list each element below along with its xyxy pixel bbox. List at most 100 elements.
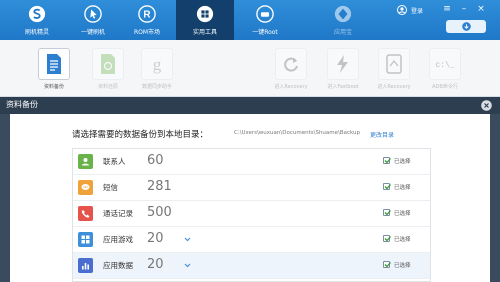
tool-label: 数据同步助手	[141, 84, 172, 90]
contacts-icon	[78, 154, 93, 169]
dialog-title: 资料备份	[6, 100, 38, 109]
download-manager-button[interactable]	[446, 20, 486, 33]
tool-icon-box: g	[141, 48, 173, 80]
login-label: 登录	[411, 7, 424, 15]
window-controls: ≡ – ×	[441, 3, 487, 15]
nav-one-click-flash[interactable]: 一键刷机	[64, 0, 122, 40]
user-icon	[397, 5, 407, 15]
item-count: 20	[147, 257, 164, 272]
phone-icon	[78, 206, 93, 221]
checkmark-icon	[384, 236, 391, 242]
login-button[interactable]: 登录	[397, 5, 423, 15]
item-name: 应用数据	[103, 261, 133, 270]
top-navigation-bar: 刷机精灵 一键刷机 R ROM市场 实用工具 一键Root 应用宝 登录 ≡ –…	[0, 0, 500, 40]
google-g-icon: g	[153, 55, 162, 74]
lightning-icon	[337, 55, 348, 73]
checkmark-icon	[384, 210, 391, 216]
utilities-toolbar: 资料备份 资料还原 g 数据同步助手 进入Recovery 进入Fastboot…	[0, 40, 500, 97]
item-checkbox[interactable]	[383, 209, 391, 216]
document-icon	[47, 54, 61, 74]
tool-icon-box	[378, 48, 410, 80]
tool-icon-box	[275, 48, 307, 80]
item-checkbox[interactable]	[383, 235, 391, 242]
chevron-down-icon[interactable]	[184, 262, 191, 269]
nav-one-click-root[interactable]: 一键Root	[236, 0, 294, 40]
app-data-icon	[78, 258, 93, 273]
list-item-apps-games[interactable]: 应用游戏 20 已选择	[73, 227, 430, 253]
dialog-titlebar: 资料备份	[0, 97, 500, 114]
nav-yingyongbao[interactable]: 应用宝	[314, 0, 372, 40]
root-icon	[256, 5, 274, 23]
list-item-call-log[interactable]: 通话记录 500 已选择	[73, 201, 430, 227]
item-name: 联系人	[103, 157, 126, 166]
item-checkbox[interactable]	[383, 183, 391, 190]
selected-label: 已选择	[394, 159, 411, 165]
tablet-icon	[386, 54, 402, 74]
list-item-sms[interactable]: 短信 281 已选择	[73, 175, 430, 201]
nav-label: 实用工具	[192, 29, 217, 36]
r-circle-icon: R	[138, 5, 156, 23]
tool-label: 资料还原	[97, 84, 118, 90]
sms-icon	[78, 180, 93, 195]
tool-label: 进入Recovery	[274, 84, 308, 90]
item-checkbox[interactable]	[383, 157, 391, 164]
tool-label: 进入Fastboot	[327, 84, 359, 90]
tool-sync-assistant[interactable]: g 数据同步助手	[137, 48, 177, 90]
chevron-down-icon[interactable]	[184, 236, 191, 243]
tool-icon-box: c:\_	[429, 48, 461, 80]
svg-text:R: R	[143, 10, 150, 21]
dialog-left-border	[0, 114, 10, 282]
checkmark-icon	[384, 158, 391, 164]
cursor-icon	[84, 5, 102, 23]
tool-icon-box	[38, 48, 70, 80]
item-name: 短信	[103, 183, 118, 192]
checkmark-icon	[384, 262, 391, 268]
tool-enter-fastboot[interactable]: 进入Fastboot	[323, 48, 363, 90]
menu-button[interactable]: ≡	[441, 3, 453, 15]
checkmark-icon	[384, 184, 391, 190]
nav-rom-market[interactable]: R ROM市场	[118, 0, 176, 40]
item-checkbox[interactable]	[383, 261, 391, 268]
dialog-right-border	[490, 114, 500, 282]
tool-enter-recovery-2[interactable]: 进入Recovery	[374, 48, 414, 90]
nav-label: 应用宝	[333, 29, 352, 36]
close-window-button[interactable]: ×	[475, 3, 487, 15]
change-directory-link[interactable]: 更改目录	[370, 130, 394, 139]
backup-prompt: 请选择需要的数据备份到本地目录：	[72, 130, 209, 140]
nav-label: 一键Root	[252, 29, 278, 36]
minimize-button[interactable]: –	[458, 3, 470, 15]
tool-icon-box	[327, 48, 359, 80]
selected-label: 已选择	[394, 185, 411, 191]
backup-item-list: 联系人 60 已选择 短信 281 已选择 通话记录 500 已选择 应用游戏 …	[72, 148, 431, 282]
svg-text:g: g	[153, 55, 162, 74]
list-item-contacts[interactable]: 联系人 60 已选择	[73, 149, 430, 175]
selected-label: 已选择	[394, 263, 411, 269]
close-icon[interactable]	[481, 100, 492, 111]
item-count: 60	[147, 153, 164, 168]
tool-label: 进入Recovery	[377, 84, 411, 90]
apps-icon	[78, 232, 93, 247]
refresh-icon	[284, 57, 298, 72]
item-count: 20	[147, 231, 164, 246]
selected-label: 已选择	[394, 237, 411, 243]
backup-path: C:\Users\wuxuan\Documents\Shuame\Backup	[234, 130, 361, 136]
yingyongbao-icon	[334, 5, 352, 23]
restore-icon	[101, 54, 115, 74]
backup-dialog: 请选择需要的数据备份到本地目录： C:\Users\wuxuan\Documen…	[10, 114, 490, 282]
terminal-icon: c:\_	[435, 61, 454, 70]
nav-label: 一键刷机	[80, 29, 105, 36]
tool-data-restore[interactable]: 资料还原	[88, 48, 128, 90]
item-count: 281	[147, 179, 172, 194]
tool-adb-cli[interactable]: c:\_ ADB命令行	[425, 48, 465, 90]
nav-utilities[interactable]: 实用工具	[176, 0, 234, 40]
item-count: 500	[147, 205, 172, 220]
tool-data-backup[interactable]: 资料备份	[34, 48, 74, 90]
nav-shuajijingling[interactable]: 刷机精灵	[8, 0, 66, 40]
nav-label: 刷机精灵	[24, 29, 49, 36]
item-name: 应用游戏	[103, 235, 133, 244]
grid-icon	[196, 5, 214, 23]
list-item-app-data[interactable]: 应用数据 20 已选择	[73, 253, 430, 279]
selected-label: 已选择	[394, 211, 411, 217]
tool-label: ADB命令行	[432, 84, 458, 90]
tool-enter-recovery[interactable]: 进入Recovery	[271, 48, 311, 90]
